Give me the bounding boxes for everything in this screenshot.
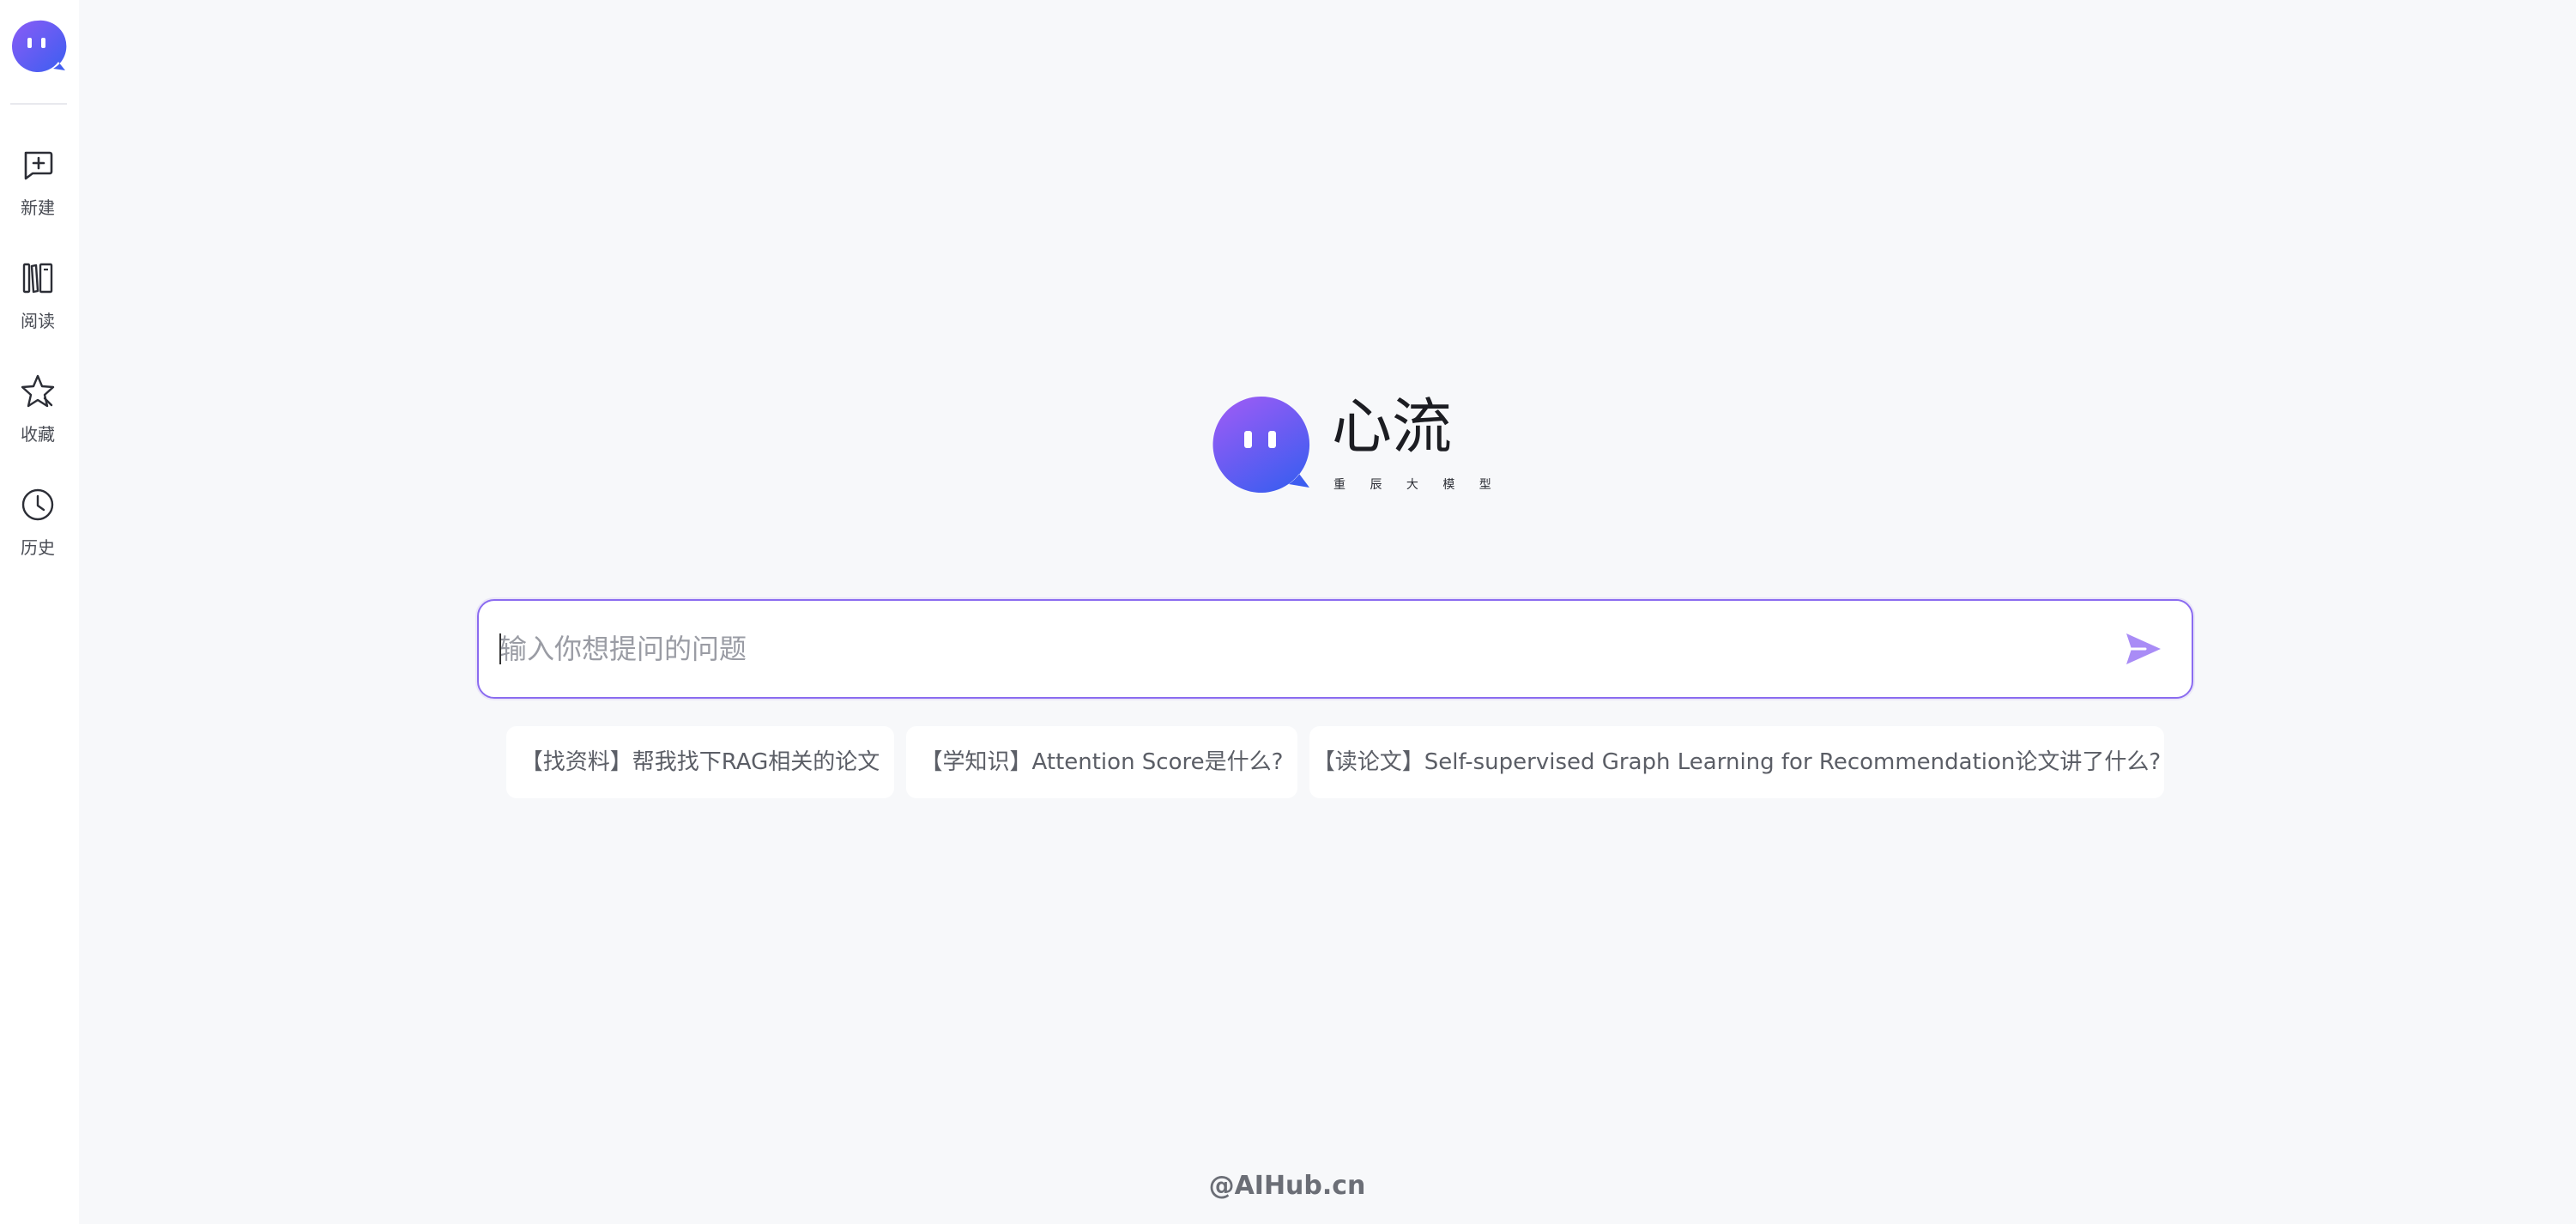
sidebar: 新建 阅读 收藏 历史 xyxy=(0,0,79,1224)
sidebar-item-label: 新建 xyxy=(21,197,55,218)
new-chat-icon xyxy=(24,151,53,180)
brand-subtitle: 重 辰 大 模 型 xyxy=(1333,478,1502,492)
brand-logo-icon xyxy=(1212,396,1310,493)
sidebar-divider xyxy=(10,103,67,105)
library-icon xyxy=(22,263,53,294)
sidebar-item-read[interactable]: 阅读 xyxy=(0,254,76,348)
star-icon xyxy=(21,374,55,408)
sidebar-item-favorites[interactable]: 收藏 xyxy=(0,367,76,462)
brand-name: 心流 xyxy=(1332,391,1452,462)
clock-icon xyxy=(21,488,54,521)
sidebar-item-new[interactable]: 新建 xyxy=(0,141,76,235)
suggestion-chip-2[interactable]: 【学知识】Attention Score是什么? xyxy=(906,726,1297,798)
sidebar-item-label: 阅读 xyxy=(21,311,55,331)
sidebar-item-history[interactable]: 历史 xyxy=(0,481,76,575)
text-caret xyxy=(499,633,501,664)
sidebar-item-label: 收藏 xyxy=(21,424,55,445)
send-icon[interactable] xyxy=(2123,628,2164,670)
watermark: @AIHub.cn xyxy=(1208,1171,1366,1201)
search-box xyxy=(477,599,2193,699)
brand-header: 心流 重 辰 大 模 型 xyxy=(1208,388,1502,500)
search-input[interactable] xyxy=(499,601,2113,697)
sidebar-item-label: 历史 xyxy=(21,537,55,558)
suggestion-chip-1[interactable]: 【找资料】帮我找下RAG相关的论文 xyxy=(506,726,894,798)
app-logo-icon[interactable] xyxy=(9,17,67,76)
suggestion-chip-3[interactable]: 【读论文】Self-supervised Graph Learning for … xyxy=(1309,726,2164,798)
